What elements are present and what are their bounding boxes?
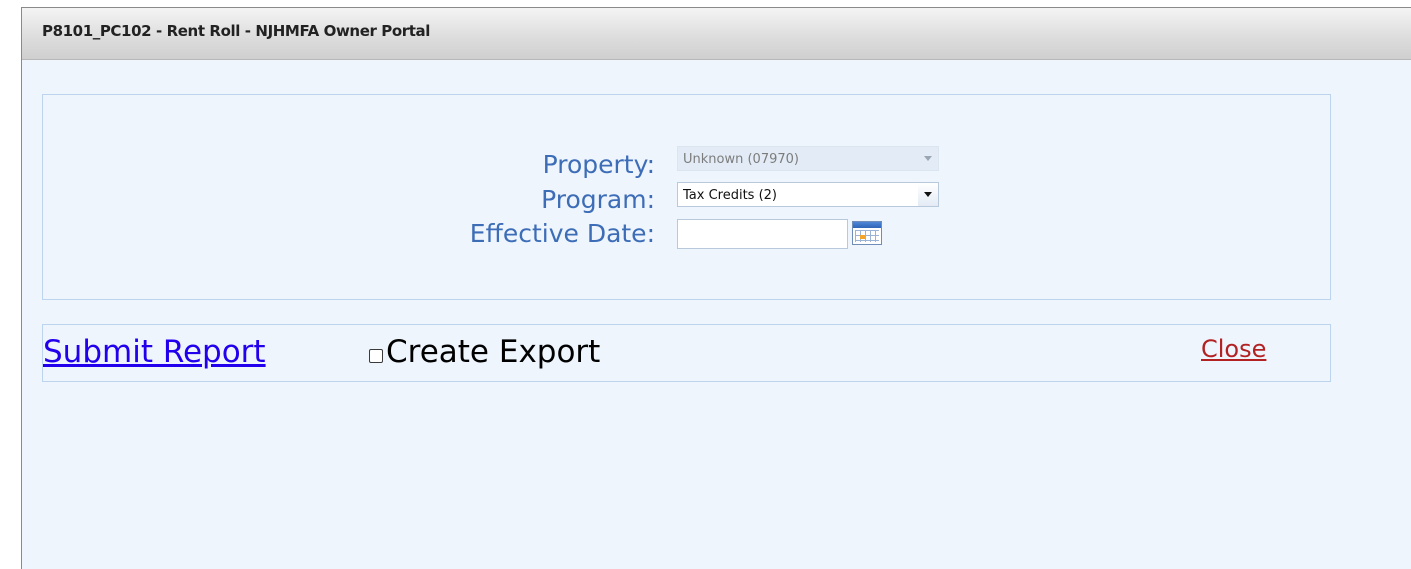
chevron-down-icon (918, 147, 938, 170)
calendar-icon[interactable] (852, 221, 882, 245)
property-label: Property: (542, 150, 655, 179)
program-select-value: Tax Credits (2) (683, 188, 777, 203)
report-action-bar: Submit Report Create Export Close (42, 324, 1331, 382)
effective-date-input[interactable] (677, 219, 848, 249)
close-link[interactable]: Close (1201, 335, 1266, 363)
effective-date-label: Effective Date: (469, 219, 655, 248)
property-select: Unknown (07970) (677, 146, 939, 171)
chevron-down-icon[interactable] (918, 183, 938, 206)
property-select-value: Unknown (07970) (683, 152, 799, 167)
create-export-label[interactable]: Create Export (386, 335, 600, 369)
report-dialog: P8101_PC102 - Rent Roll - NJHMFA Owner P… (21, 7, 1411, 569)
submit-report-link[interactable]: Submit Report (43, 335, 266, 369)
create-export-checkbox[interactable] (369, 349, 383, 363)
program-label: Program: (541, 185, 655, 214)
program-select[interactable]: Tax Credits (2) (677, 182, 939, 207)
dialog-title: P8101_PC102 - Rent Roll - NJHMFA Owner P… (42, 22, 431, 40)
dialog-titlebar[interactable]: P8101_PC102 - Rent Roll - NJHMFA Owner P… (22, 8, 1411, 60)
report-parameters-panel: Property: Unknown (07970) Program: Tax C… (42, 94, 1331, 300)
